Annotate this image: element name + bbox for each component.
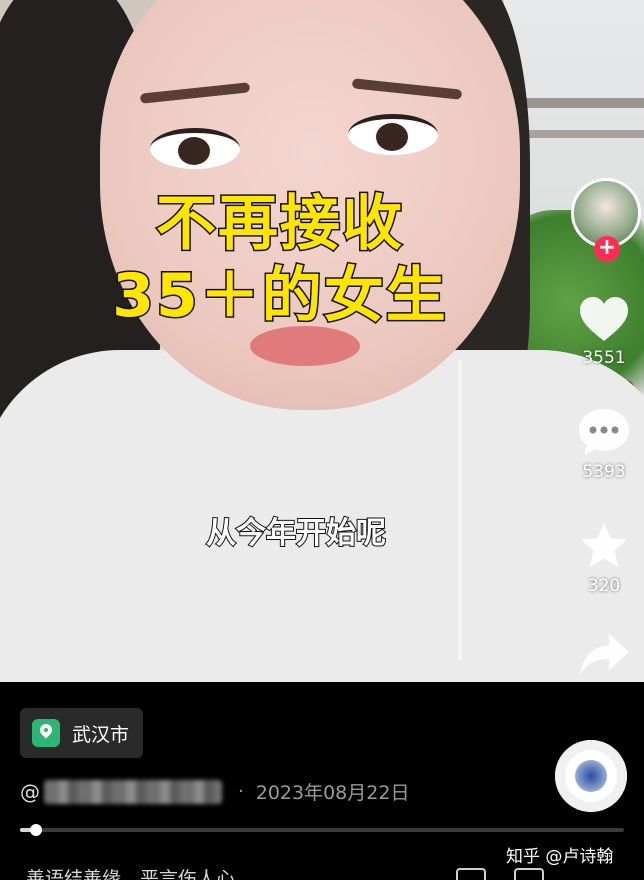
post-date: 2023年08月22日 <box>255 782 410 804</box>
music-disc-icon[interactable] <box>555 740 627 812</box>
cutoff-icon <box>456 868 486 880</box>
lips <box>250 326 360 366</box>
progress-handle[interactable] <box>30 824 42 836</box>
share-icon <box>580 634 629 675</box>
comment-count: 5393 <box>582 462 626 482</box>
like-button[interactable]: 3551 <box>564 294 644 368</box>
zhihu-watermark: 知乎 @卢诗翰 <box>506 847 614 867</box>
follow-button[interactable]: + <box>594 236 620 262</box>
at-sign: @ <box>20 779 40 804</box>
location-pin-icon <box>32 719 60 747</box>
right-eye <box>348 114 438 155</box>
date-separator: · <box>238 781 244 802</box>
headline-line-1: 不再接收 <box>155 188 404 261</box>
like-count: 3551 <box>582 348 626 368</box>
subtitle-text: 从今年开始呢 <box>205 515 387 552</box>
comment-icon <box>579 409 629 455</box>
star-icon <box>581 523 627 567</box>
location-label: 武汉市 <box>72 723 130 746</box>
headline-line-2: 35＋的女生 <box>111 260 448 333</box>
heart-icon <box>580 297 628 341</box>
video-caption: 善语结善缘，恶言伤人心 <box>26 868 236 880</box>
blurred-author-name[interactable] <box>44 779 222 804</box>
info-panel: 武汉市 @ · 2023年08月22日 善语结善缘，恶言伤人心 知乎 @卢诗翰 <box>0 682 644 880</box>
video-player[interactable]: 不再接收 35＋的女生 从今年开始呢 + 3551 5393 320 武汉市 @… <box>0 0 644 880</box>
video-frame[interactable]: 不再接收 35＋的女生 从今年开始呢 <box>0 0 644 682</box>
location-chip[interactable]: 武汉市 <box>20 708 144 758</box>
comment-button[interactable]: 5393 <box>564 406 644 482</box>
favorite-button[interactable]: 320 <box>564 520 644 596</box>
cutoff-icon <box>514 868 544 880</box>
author-line: @ · 2023年08月22日 <box>20 778 409 805</box>
headline-text: 不再接收 35＋的女生 <box>0 188 560 333</box>
earphone-cable <box>458 360 462 660</box>
favorite-count: 320 <box>587 576 621 596</box>
left-eye <box>150 128 240 169</box>
progress-bar[interactable] <box>20 824 624 836</box>
